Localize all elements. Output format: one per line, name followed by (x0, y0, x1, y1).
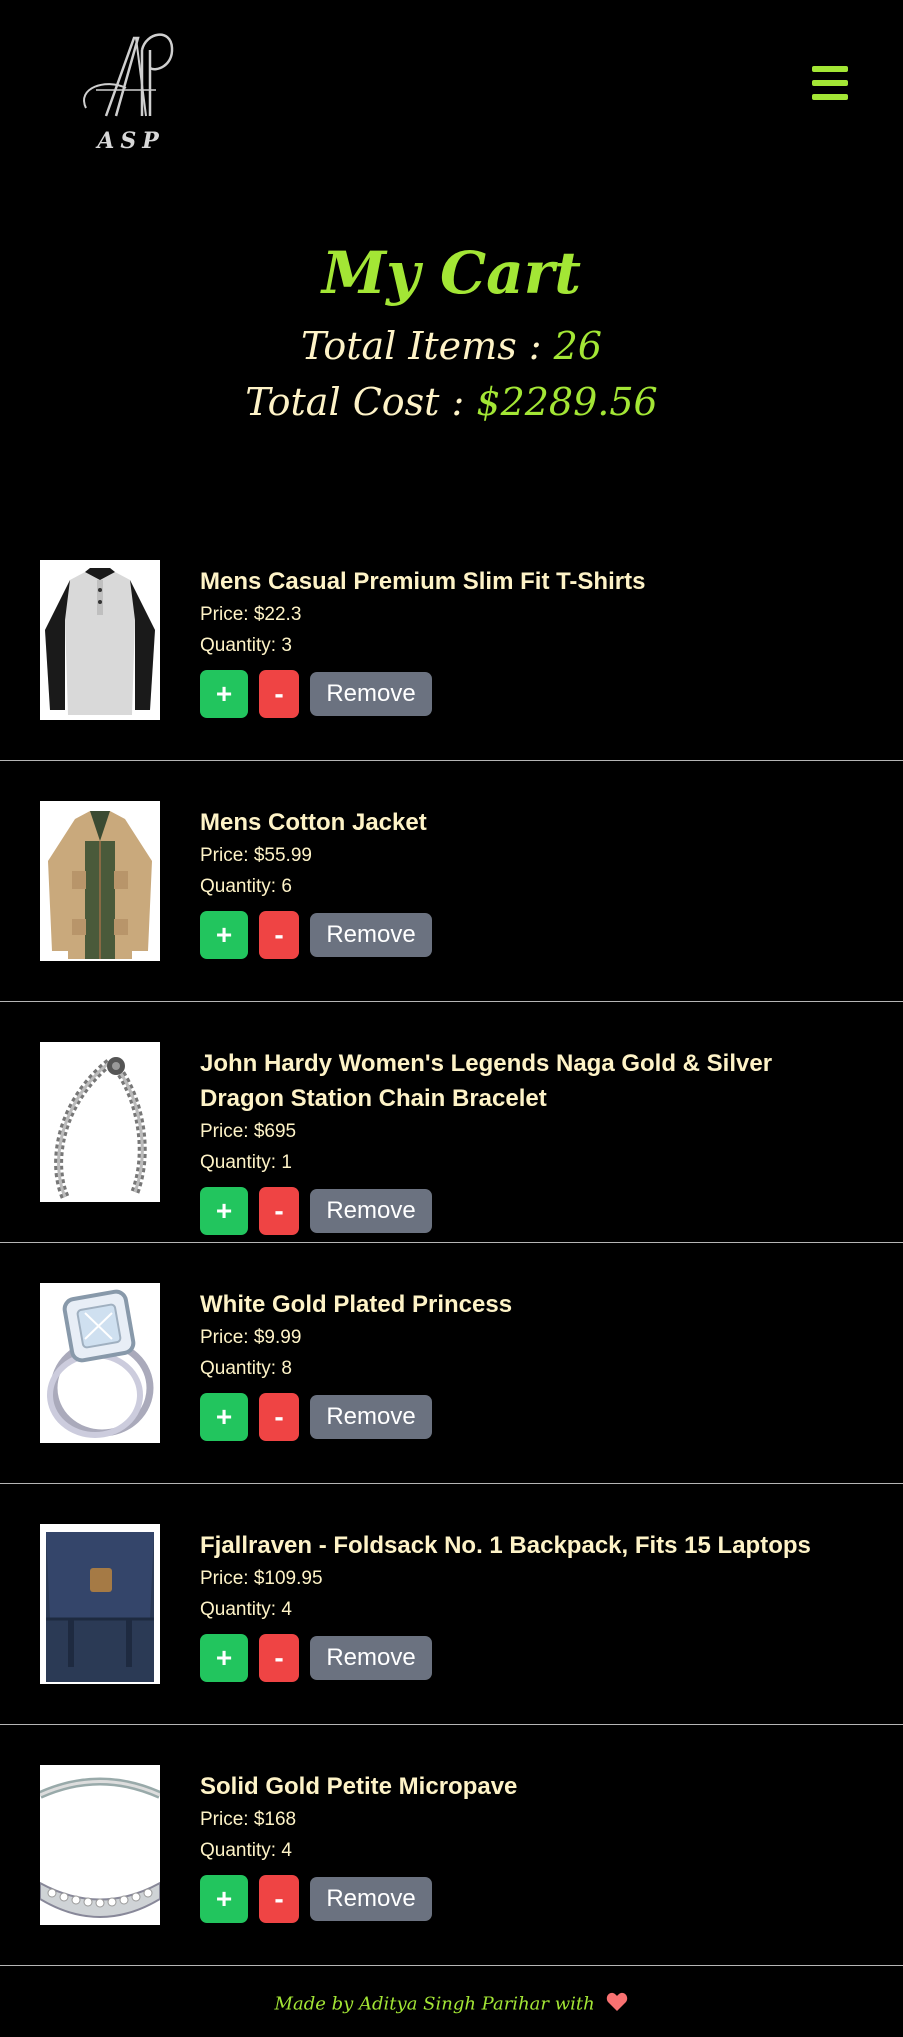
cart-item: Mens Cotton Jacket Price: $55.99 Quantit… (0, 761, 903, 1002)
total-items-value: 26 (553, 324, 603, 368)
jacket-image (40, 801, 160, 961)
decrease-quantity-button[interactable]: - (259, 1875, 299, 1923)
total-items-label: Total Items : (300, 324, 554, 368)
item-title: Solid Gold Petite Micropave (200, 1773, 518, 1800)
increase-quantity-button[interactable]: + (200, 911, 248, 959)
heart-icon (606, 1992, 628, 2017)
total-cost-label: Total Cost : (245, 380, 477, 424)
item-quantity: Quantity: 4 (200, 1840, 292, 1861)
increase-quantity-button[interactable]: + (200, 1187, 248, 1235)
cart-summary: My Cart Total Items : 26 Total Cost : $2… (0, 228, 903, 430)
remove-item-button[interactable]: Remove (310, 1636, 432, 1680)
item-title: Mens Cotton Jacket (200, 809, 427, 836)
cart-item-list: Mens Casual Premium Slim Fit T-Shirts Pr… (0, 520, 903, 1966)
item-title: John Hardy Women's Legends Naga Gold & S… (200, 1050, 773, 1112)
item-price: Price: $55.99 (200, 845, 312, 866)
cart-item: Solid Gold Petite Micropave Price: $168 … (0, 1725, 903, 1966)
item-quantity: Quantity: 1 (200, 1152, 292, 1173)
item-quantity: Quantity: 3 (200, 635, 292, 656)
tshirt-image (40, 560, 160, 720)
cart-item: John Hardy Women's Legends Naga Gold & S… (0, 1002, 903, 1243)
decrease-quantity-button[interactable]: - (259, 1187, 299, 1235)
total-items: Total Items : 26 (0, 318, 903, 374)
page-title: My Cart (321, 239, 582, 307)
total-cost: Total Cost : $2289.56 (0, 374, 903, 430)
page-footer: Made by Aditya Singh Parihar with (0, 1992, 903, 2017)
total-cost-value: $2289.56 (476, 380, 658, 424)
band-ring-image (40, 1765, 160, 1925)
item-price: Price: $9.99 (200, 1327, 302, 1348)
logo-monogram-icon (83, 33, 174, 117)
increase-quantity-button[interactable]: + (200, 1393, 248, 1441)
page-header: ASP (0, 0, 903, 180)
logo[interactable]: ASP (76, 28, 186, 158)
item-price: Price: $168 (200, 1809, 297, 1830)
remove-item-button[interactable]: Remove (310, 672, 432, 716)
item-quantity: Quantity: 8 (200, 1358, 292, 1379)
increase-quantity-button[interactable]: + (200, 1875, 248, 1923)
remove-item-button[interactable]: Remove (310, 1189, 432, 1233)
increase-quantity-button[interactable]: + (200, 1634, 248, 1682)
item-quantity: Quantity: 4 (200, 1599, 292, 1620)
item-quantity: Quantity: 6 (200, 876, 292, 897)
remove-item-button[interactable]: Remove (310, 1395, 432, 1439)
footer-credit: Made by Aditya Singh Parihar with (274, 1993, 595, 2015)
remove-item-button[interactable]: Remove (310, 1877, 432, 1921)
hamburger-menu-icon[interactable] (812, 66, 848, 100)
bracelet-image (40, 1042, 160, 1202)
decrease-quantity-button[interactable]: - (259, 1393, 299, 1441)
item-price: Price: $695 (200, 1121, 297, 1142)
remove-item-button[interactable]: Remove (310, 913, 432, 957)
decrease-quantity-button[interactable]: - (259, 1634, 299, 1682)
item-price: Price: $109.95 (200, 1568, 323, 1589)
logo-text: ASP (97, 128, 165, 154)
item-price: Price: $22.3 (200, 604, 302, 625)
item-title: White Gold Plated Princess (200, 1291, 513, 1318)
cart-item: Mens Casual Premium Slim Fit T-Shirts Pr… (0, 520, 903, 761)
item-title: Fjallraven - Foldsack No. 1 Backpack, Fi… (200, 1532, 811, 1559)
cart-item: Fjallraven - Foldsack No. 1 Backpack, Fi… (0, 1484, 903, 1725)
item-title: Mens Casual Premium Slim Fit T-Shirts (200, 568, 646, 595)
decrease-quantity-button[interactable]: - (259, 670, 299, 718)
increase-quantity-button[interactable]: + (200, 670, 248, 718)
decrease-quantity-button[interactable]: - (259, 911, 299, 959)
ring-image (40, 1283, 160, 1443)
cart-item: White Gold Plated Princess Price: $9.99 … (0, 1243, 903, 1484)
backpack-image (40, 1524, 160, 1684)
